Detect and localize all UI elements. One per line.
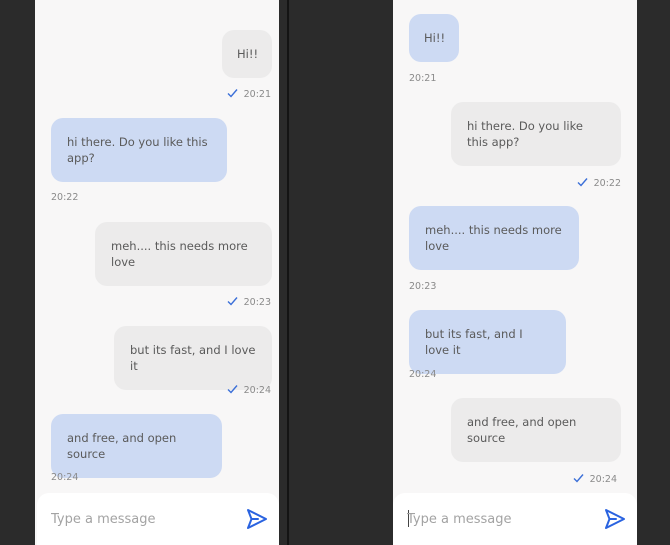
message-time: 20:21 [243,89,271,100]
message-composer [393,493,637,545]
message-bubble[interactable]: and free, and open source [451,398,621,462]
message-received: and free, and open source [51,414,222,478]
message-time: 20:23 [243,297,271,308]
message-bubble[interactable]: meh.... this needs more love [409,206,579,270]
chat-panel-right[interactable]: Hi!! 20:21 hi there. Do you like this ap… [393,0,637,545]
message-bubble[interactable]: but its fast, and I love it [114,326,272,390]
message-sent: hi there. Do you like this app? [451,102,621,166]
message-meta: 20:23 [227,296,271,308]
message-bubble[interactable]: hi there. Do you like this app? [51,118,227,182]
message-meta: 20:24 [227,384,271,396]
message-received: Hi!! [409,14,459,62]
message-time: 20:22 [51,192,79,203]
chat-panel-left[interactable]: Hi!! 20:21 hi there. Do you like this ap… [35,0,279,545]
message-meta: 20:24 [573,473,617,485]
check-icon [227,89,238,98]
message-time: 20:21 [409,73,437,84]
message-input[interactable] [407,510,577,528]
message-input[interactable] [51,510,221,528]
message-bubble[interactable]: Hi!! [409,14,459,62]
message-time: 20:22 [593,178,621,189]
message-received: hi there. Do you like this app? [51,118,227,182]
message-bubble[interactable]: and free, and open source [51,414,222,478]
message-meta: 20:21 [227,88,271,100]
check-icon [573,474,584,483]
message-time: 20:24 [243,385,271,396]
message-time: 20:24 [409,369,437,380]
message-sent: but its fast, and I love it [114,326,272,390]
send-icon [605,509,625,529]
message-meta: 20:22 [577,177,621,189]
message-bubble[interactable]: hi there. Do you like this app? [451,102,621,166]
message-received: but its fast, and I love it [409,310,566,374]
message-sent: meh.... this needs more love [95,222,272,286]
check-icon [227,385,238,394]
send-button[interactable] [245,507,269,531]
message-sent: Hi!! [222,30,272,78]
send-icon [247,509,267,529]
message-time: 20:23 [409,281,437,292]
message-bubble[interactable]: Hi!! [222,30,272,78]
message-time: 20:24 [589,474,617,485]
message-sent: and free, and open source [451,398,621,462]
send-button[interactable] [603,507,627,531]
window-divider [287,0,289,545]
check-icon [227,297,238,306]
message-received: meh.... this needs more love [409,206,579,270]
window-gap [279,0,393,545]
message-bubble[interactable]: meh.... this needs more love [95,222,272,286]
check-icon [577,178,588,187]
message-composer [37,493,279,545]
message-time: 20:24 [51,472,79,483]
message-bubble[interactable]: but its fast, and I love it [409,310,566,374]
